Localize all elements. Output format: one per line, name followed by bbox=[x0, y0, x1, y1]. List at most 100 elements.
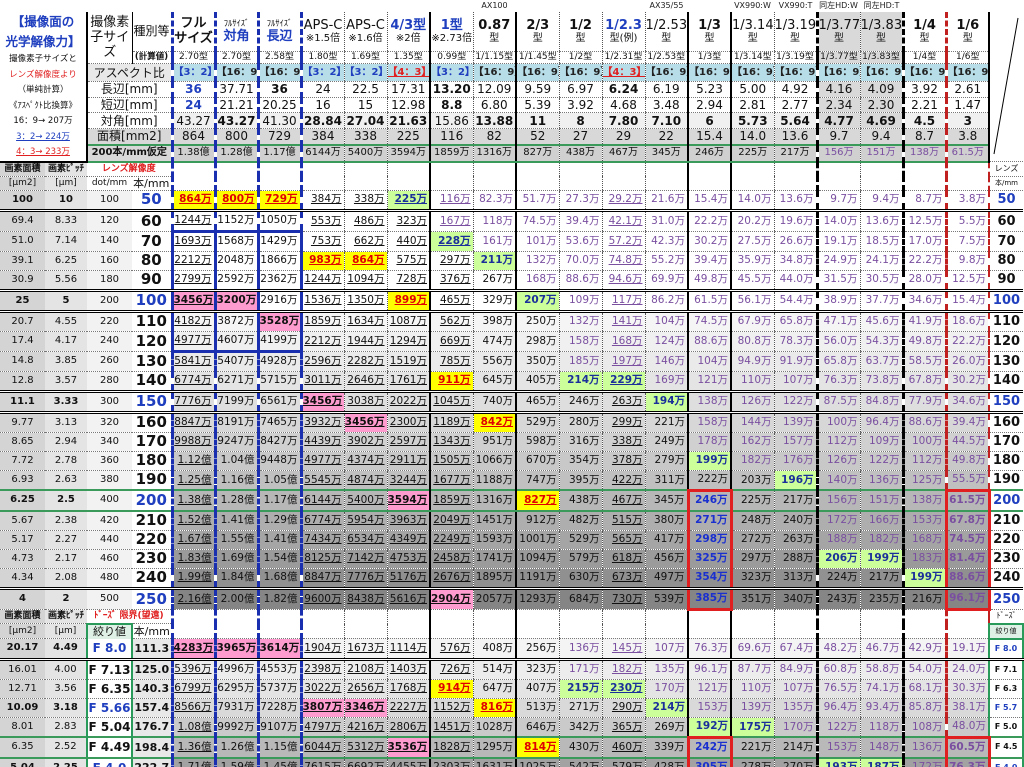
long-side-mm: 4.16 bbox=[815, 81, 860, 98]
pixel-count-cell: 8847万 bbox=[299, 568, 344, 589]
pixel-area: 12.8 bbox=[0, 371, 45, 392]
pixel-count-cell: 60.5万 bbox=[944, 735, 991, 759]
table-row: 5.67 2.38 420 210 1.52億 1.41億 1.29億 6774万 5954万 3… bbox=[0, 510, 1023, 531]
section1-right-unit: 本/mm bbox=[988, 176, 1023, 191]
lines-per-mm: 240 bbox=[132, 568, 172, 589]
pixel-count-cell: 730万 bbox=[601, 586, 645, 610]
diagonal-mm: 6 bbox=[687, 112, 731, 130]
pixel-area: 25 bbox=[0, 288, 45, 312]
pixel-count-cell: 2212万 bbox=[299, 331, 344, 352]
pixel-count-cell: 1.38億 bbox=[170, 489, 215, 512]
pixels-at-200: 5400万 bbox=[343, 143, 387, 163]
lines-per-mm: 140 bbox=[132, 371, 172, 392]
pixel-count-cell: 579万 bbox=[601, 757, 645, 767]
table-row: 12.8 3.57 280 140 6774万 6271万 5715万 3011万 2646万 1… bbox=[0, 371, 1023, 392]
table-row: 対角[mm] 43.27 43.27 41.30 28.84 27.04 21.63 15.8… bbox=[0, 112, 1023, 130]
aspect-ratio: 【4：3】 bbox=[601, 63, 645, 82]
pixel-count-cell: 385万 bbox=[686, 586, 733, 611]
pixel-count-cell: 19.1万 bbox=[944, 638, 989, 660]
pixel-count-cell: 1.41億 bbox=[213, 510, 258, 531]
right-f-number: F 6.3 bbox=[988, 679, 1024, 699]
pixel-count-cell: 126万 bbox=[730, 389, 774, 413]
pixel-pitch: 6.25 bbox=[45, 251, 87, 271]
short-side-mm-label: 短辺[mm] bbox=[87, 97, 172, 114]
pixel-count-cell: 78.3万 bbox=[773, 331, 817, 352]
pixel-pitch: 5.56 bbox=[45, 270, 87, 291]
pixel-count-cell: 345万 bbox=[644, 489, 688, 512]
sensor-subname: 型(例) bbox=[609, 32, 638, 44]
pixel-count-cell: 3614万 bbox=[256, 638, 301, 660]
title-line: 3：2→ 224万 bbox=[16, 131, 70, 142]
pixel-count-cell: 60.8万 bbox=[815, 657, 860, 680]
pixel-count-cell: 182万 bbox=[859, 530, 903, 550]
pixel-count-cell: 125万 bbox=[901, 470, 946, 491]
pixel-count-cell: 408万 bbox=[472, 638, 516, 660]
pixel-pitch: 2.52 bbox=[45, 736, 87, 759]
blank-cell bbox=[0, 0, 172, 12]
blank-cell bbox=[644, 609, 688, 639]
pixel-count-cell: 1.68億 bbox=[256, 568, 301, 589]
long-side-mm: 2.61 bbox=[944, 81, 989, 98]
pixel-count-cell: 100万 bbox=[815, 410, 860, 433]
pixel-count-cell: 55.5万 bbox=[944, 470, 989, 491]
pixel-count-cell: 38.9万 bbox=[815, 288, 860, 312]
pixel-count-cell: 670万 bbox=[515, 451, 559, 471]
pixel-count-cell: 1505万 bbox=[429, 451, 473, 471]
lines-per-mm: 130 bbox=[132, 351, 172, 372]
lines-per-mm: 125.0 bbox=[132, 657, 172, 680]
right-f-number: F 4.5 bbox=[988, 736, 1024, 759]
table-row: 9.77 3.13 320 160 8847万 8191万 7465万 3932万 3456万 2… bbox=[0, 410, 1023, 433]
pixel-count-cell: 271万 bbox=[686, 510, 733, 531]
pixel-count-cell: 22.2万 bbox=[944, 331, 989, 352]
pixel-count-cell: 132万 bbox=[515, 251, 559, 271]
table-row: 8.65 2.94 340 170 9988万 9247万 8427万 4439万 3902万 2… bbox=[0, 432, 1023, 452]
right-lines-per-mm: 110 bbox=[988, 309, 1023, 332]
type-label: 種別等 bbox=[132, 12, 172, 52]
pixel-count-cell: 151万 bbox=[859, 489, 903, 512]
right-f-number: F 5.7 bbox=[988, 698, 1024, 718]
pixel-count-cell: 81.4万 bbox=[944, 549, 991, 569]
pixel-count-cell: 1.59億 bbox=[213, 757, 258, 767]
short-side-mm: 4.68 bbox=[601, 97, 645, 114]
calc-size: 1/3.14型 bbox=[730, 51, 774, 65]
pixel-count-cell: 1244万 bbox=[170, 208, 215, 232]
pixel-count-cell: 1568万 bbox=[213, 229, 260, 252]
pixel-count-cell: 2904万 bbox=[429, 586, 473, 610]
table-row: 39.1 6.25 160 80 2212万 2048万 1866万 983万 864万 575万… bbox=[0, 251, 1023, 271]
area-mm2: 14.0 bbox=[730, 128, 774, 146]
pixel-count-cell: 456万 bbox=[644, 549, 688, 569]
pixel-count-cell: 136万 bbox=[859, 470, 903, 491]
pixel-count-cell: 1152万 bbox=[429, 698, 473, 718]
blank-cell bbox=[944, 609, 989, 639]
pixel-count-cell: 3456万 bbox=[299, 389, 344, 413]
long-side-mm: 12.09 bbox=[472, 81, 516, 98]
long-side-mm: 4.09 bbox=[859, 81, 903, 98]
pixel-count-cell: 342万 bbox=[558, 717, 602, 738]
pixel-count-cell: 2048万 bbox=[213, 251, 260, 271]
pixel-count-cell: 96.1万 bbox=[944, 586, 991, 611]
model-label bbox=[516, 0, 559, 12]
pixel-count-cell: 1025万 bbox=[515, 757, 559, 767]
pixel-area: 10.09 bbox=[0, 698, 45, 718]
section1-pitch-header: 画素ﾋﾟｯﾁ bbox=[45, 161, 87, 177]
pixel-count-cell: 1741万 bbox=[472, 549, 516, 569]
sensor-subname: 型 bbox=[704, 32, 715, 44]
pixels-at-200: 345万 bbox=[644, 143, 688, 163]
blank-cell bbox=[429, 609, 473, 639]
pixel-count-cell: 49.8万 bbox=[944, 451, 989, 471]
pixel-count-cell: 298万 bbox=[515, 331, 559, 352]
pixel-count-cell: 351万 bbox=[730, 586, 774, 610]
sensor-name: フル bbox=[180, 16, 207, 32]
section2-pitch-header: 画素ﾋﾟｯﾁ bbox=[45, 609, 87, 624]
pixel-count-cell: 26.6万 bbox=[773, 231, 817, 252]
pixel-count-cell: 2300万 bbox=[386, 410, 430, 433]
model-label bbox=[387, 0, 430, 12]
lines-per-mm: 198.4 bbox=[132, 736, 172, 759]
diagonal-mm: 43.27 bbox=[213, 112, 258, 130]
pixel-count-cell: 13.6万 bbox=[859, 208, 903, 232]
table-row: 6.93 2.63 380 190 1.25億 1.16億 1.05億 5545万 4874万 3… bbox=[0, 470, 1023, 491]
pixel-count-cell: 3022万 bbox=[299, 679, 344, 699]
diagonal-mm: 4.69 bbox=[859, 112, 903, 130]
calc-size: 1/4型 bbox=[901, 51, 946, 65]
f-number: F 6.35 bbox=[86, 679, 133, 699]
